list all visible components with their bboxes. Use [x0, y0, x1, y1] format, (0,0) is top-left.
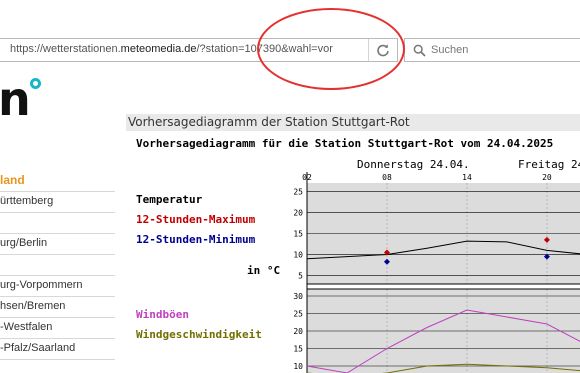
- forecast-chart: 020814200208142520151053025201510: [293, 172, 580, 373]
- temp-tick-label: 5: [298, 272, 303, 281]
- hour-tick-label: 20: [542, 173, 552, 182]
- wind-tick-label: 25: [293, 310, 303, 319]
- temp-tick-label: 10: [293, 251, 303, 260]
- temp-tick-label: 15: [293, 230, 303, 239]
- temp-tick-label: 25: [293, 187, 303, 196]
- hour-tick-label: 14: [462, 173, 472, 182]
- hour-tick-label: 08: [382, 173, 392, 182]
- wind-tick-label: 30: [293, 292, 303, 301]
- temp-tick-label: 20: [293, 208, 303, 217]
- wind-tick-label: 20: [293, 327, 303, 336]
- wind-tick-label: 10: [293, 362, 303, 371]
- wind-tick-label: 15: [293, 345, 303, 354]
